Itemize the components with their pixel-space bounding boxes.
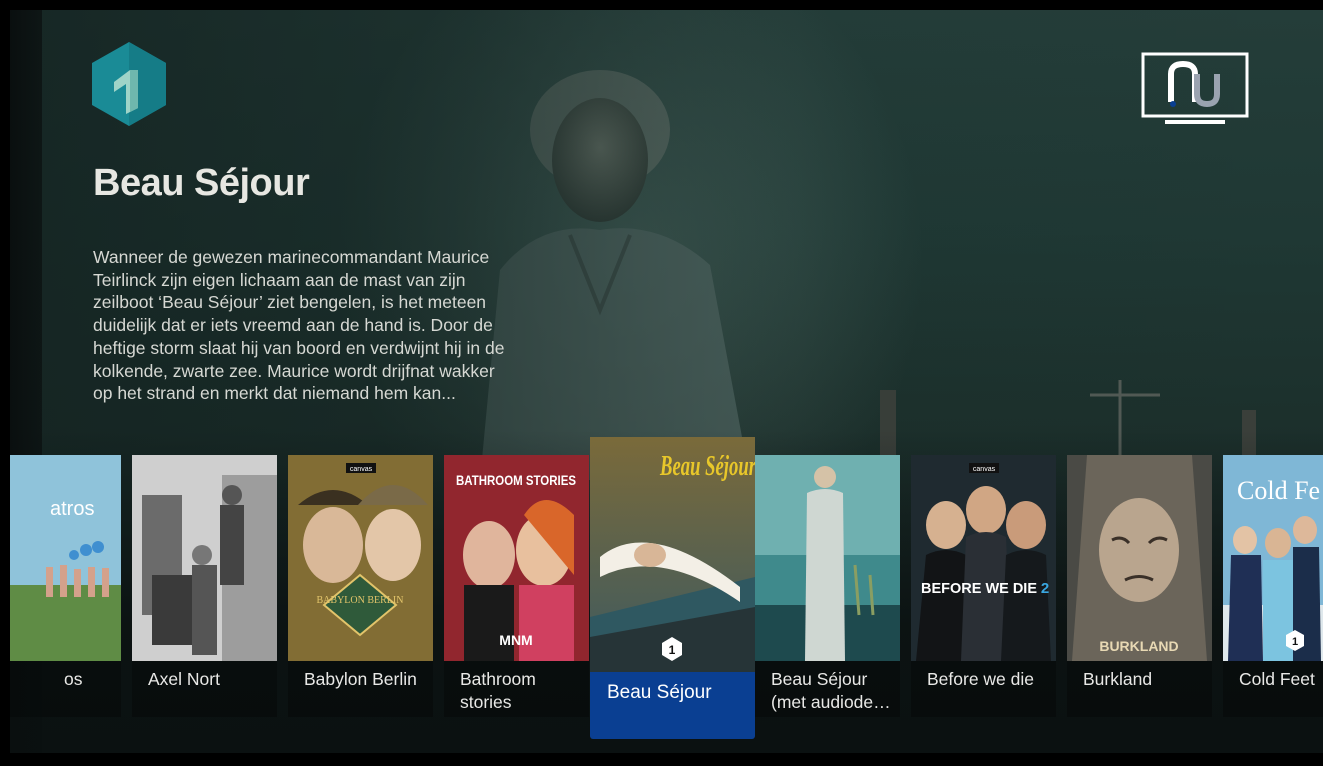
program-title: Axel Nort: [148, 669, 220, 689]
program-poster: BABYLON BERLIN canvas: [288, 455, 433, 661]
program-poster: Cold Fe 1: [1223, 455, 1323, 661]
program-title: Bathroom stories: [460, 669, 536, 712]
program-card-beau-sejour-focused[interactable]: Beau Séjour 1 Beau Séjour: [590, 437, 755, 739]
program-poster: BEFORE WE DIE 2 canvas: [911, 455, 1056, 661]
nu-tv-icon: [1141, 52, 1249, 128]
poster-text: BEFORE WE DIE: [921, 580, 1037, 597]
poster-text: BATHROOM STORIES: [456, 472, 576, 488]
program-card-bathroom-stories[interactable]: BATHROOM STORIES MNM Bathroom stories: [444, 455, 589, 720]
poster-text: atros: [50, 498, 94, 520]
poster-text: BURKLAND: [1099, 638, 1178, 654]
poster-text-2: 2: [1041, 580, 1049, 597]
poster-text: Beau Séjour: [659, 451, 755, 482]
program-poster: Beau Séjour 1: [590, 437, 755, 672]
program-card-burkland[interactable]: BURKLAND Burkland: [1067, 455, 1212, 720]
channel-badge: canvas: [973, 466, 996, 473]
program-title: Burkland: [1083, 669, 1153, 689]
program-title: Beau Séjour: [607, 682, 712, 703]
program-title: Beau Séjour (met audiode…: [771, 669, 891, 712]
channel-logo-een-icon: [92, 42, 166, 126]
show-title: Beau Séjour: [93, 162, 310, 204]
channel-badge: 1: [669, 643, 676, 657]
program-poster: [132, 455, 277, 661]
program-poster: atros: [10, 455, 121, 661]
program-card-before-we-die[interactable]: BEFORE WE DIE 2 canvas Before we die: [911, 455, 1056, 720]
channel-badge: canvas: [350, 466, 373, 473]
program-title: Babylon Berlin: [304, 669, 417, 689]
channel-badge: 1: [1292, 636, 1298, 648]
poster-text: BABYLON BERLIN: [317, 595, 404, 606]
program-card-beau-sejour-audiodescriptie[interactable]: Beau Séjour (met audiode…: [755, 455, 900, 720]
program-title: Cold Feet: [1239, 669, 1315, 689]
show-description: Wanneer de gewezen marinecommandant Maur…: [93, 247, 505, 404]
program-poster: BATHROOM STORIES MNM: [444, 455, 589, 661]
program-card-axel-nort[interactable]: Axel Nort: [132, 455, 277, 720]
program-card-babylon-berlin[interactable]: BABYLON BERLIN canvas Babylon Berlin: [288, 455, 433, 720]
program-title: Before we die: [927, 669, 1035, 689]
tv-screen: Beau Séjour Wanneer de gewezen marinecom…: [10, 10, 1323, 753]
poster-text: Cold Fe: [1237, 476, 1320, 505]
channel-badge: MNM: [499, 632, 532, 648]
program-card-albatros[interactable]: atros os: [10, 455, 121, 720]
program-card-cold-feet[interactable]: Cold Fe 1 Cold Feet: [1223, 455, 1323, 720]
program-poster: [755, 455, 900, 661]
program-poster: BURKLAND: [1067, 455, 1212, 661]
